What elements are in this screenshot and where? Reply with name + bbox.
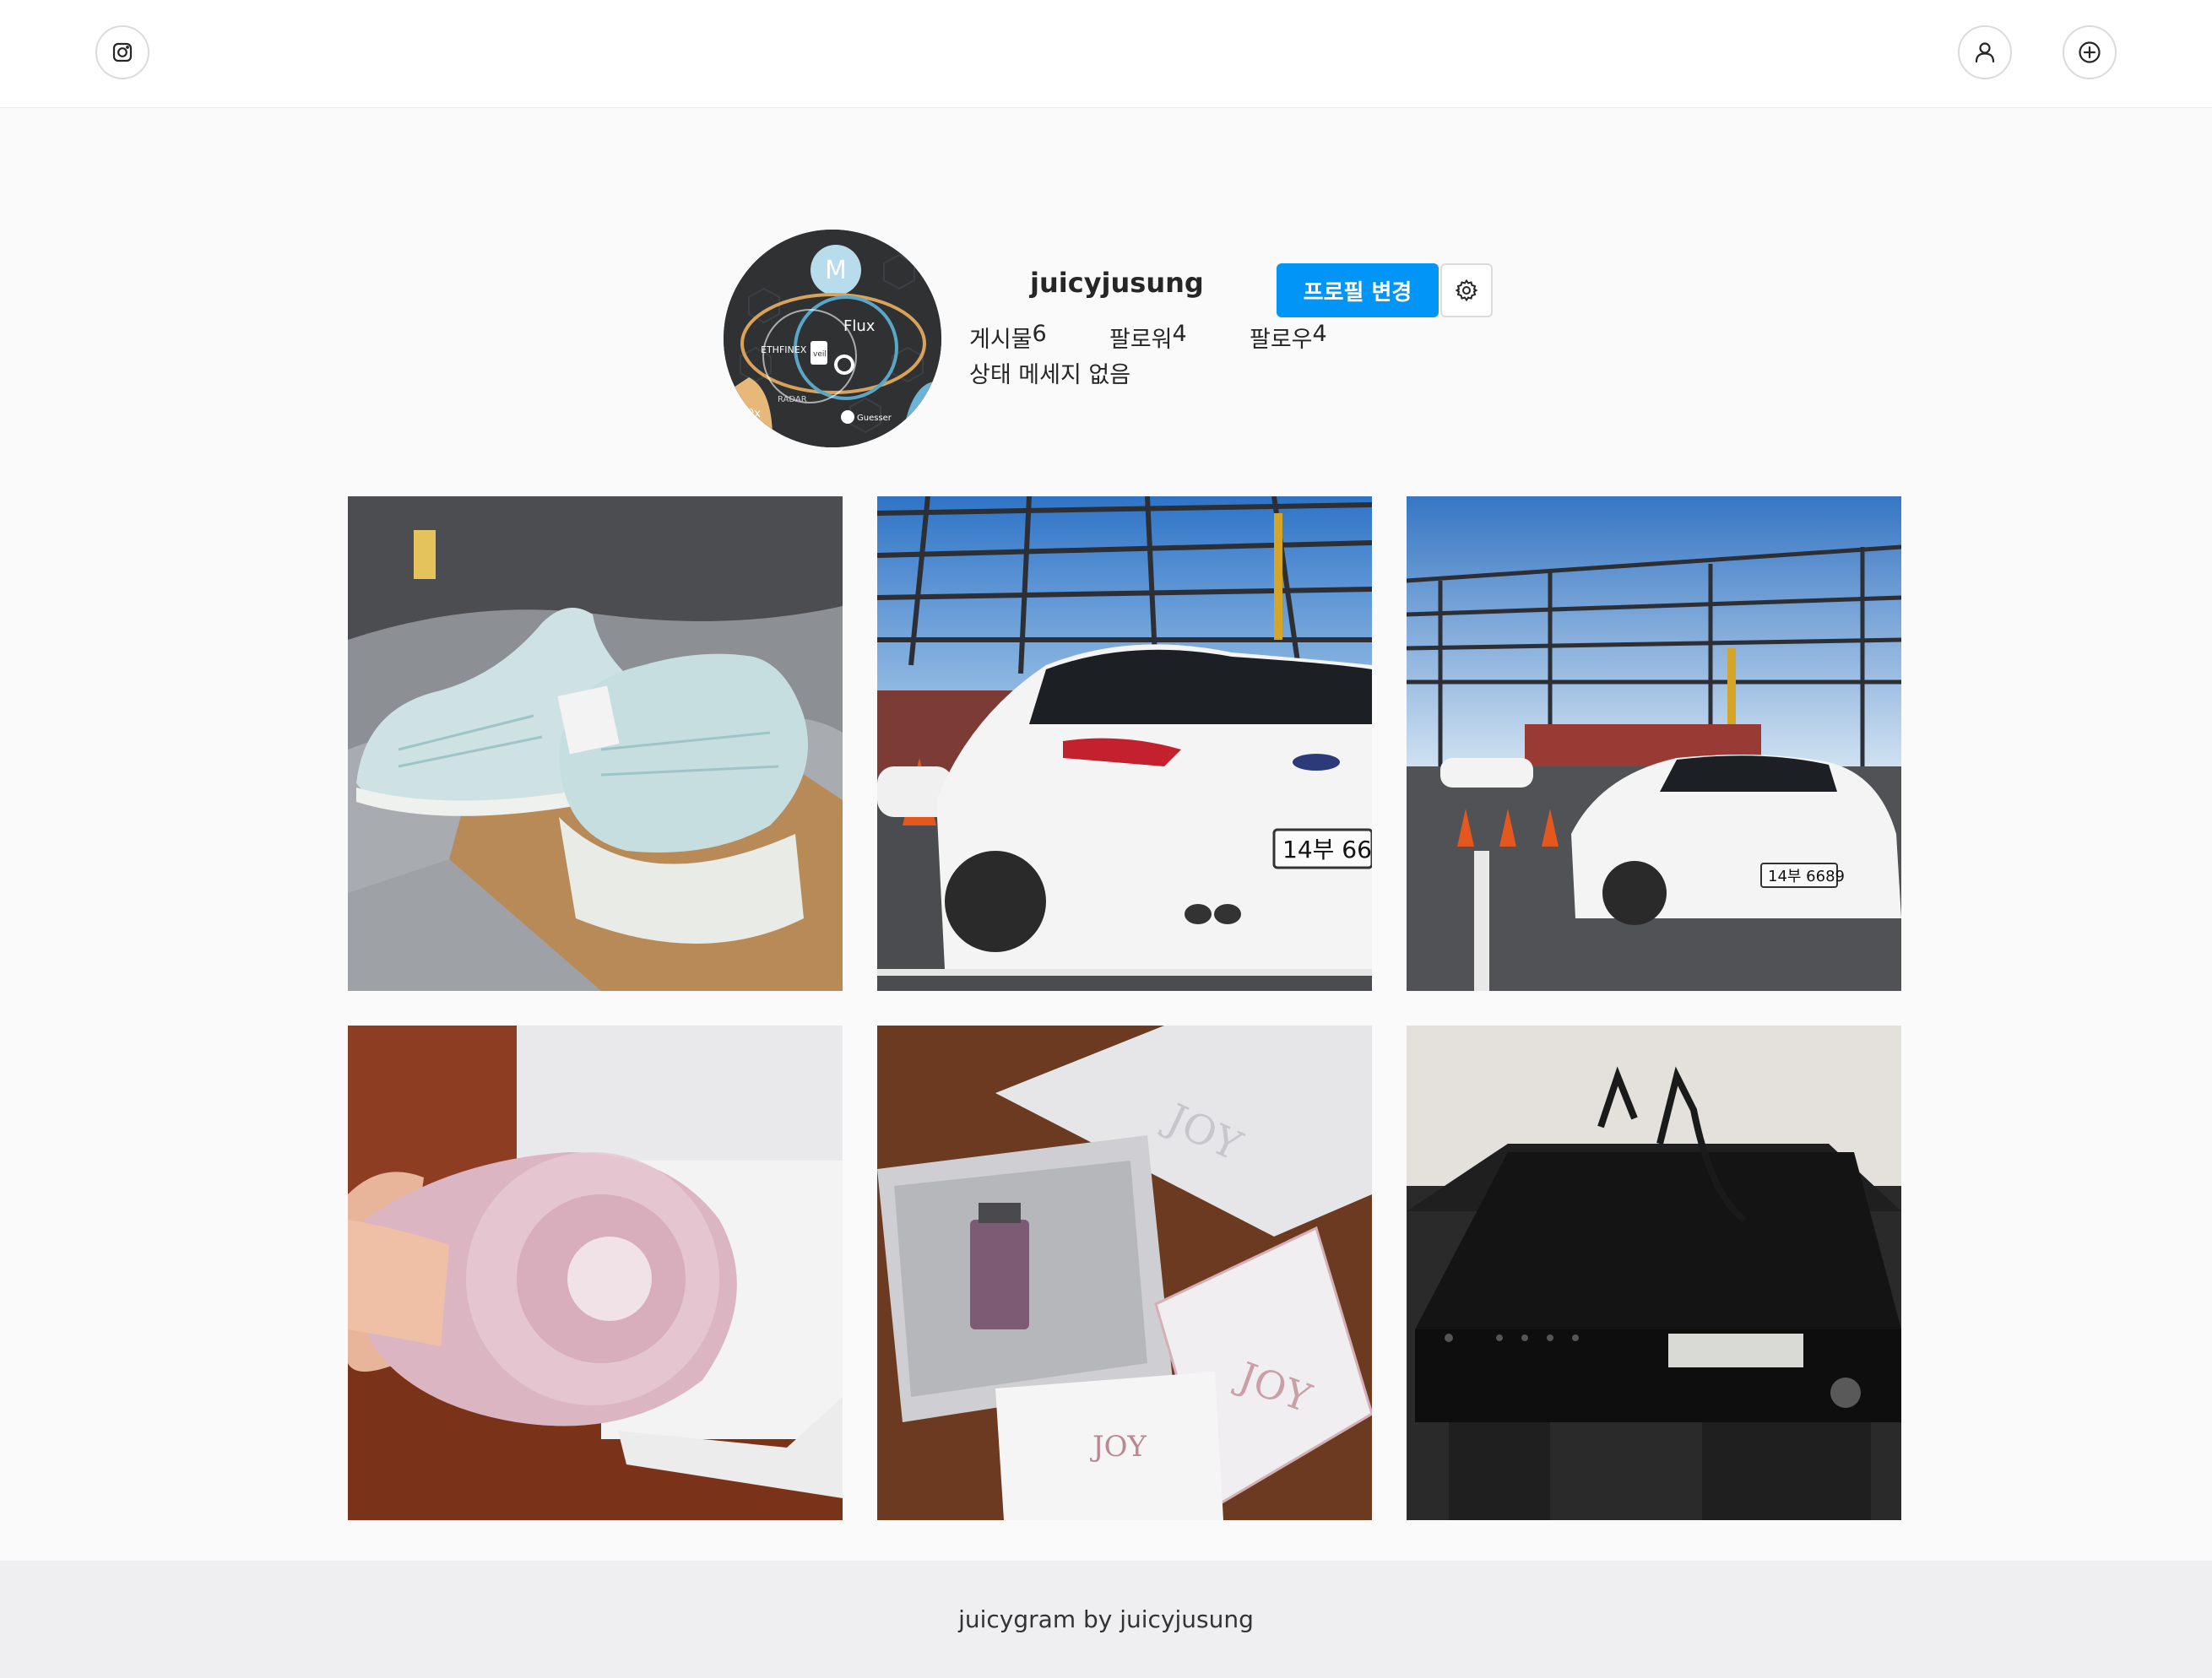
perfume-bottle-photo <box>348 1026 843 1520</box>
post-thumbnail[interactable] <box>1407 1026 1901 1520</box>
post-grid: 14부 66 14부 6689 JOY JOY JOY <box>348 496 1901 1520</box>
edit-profile-button[interactable]: 프로필 변경 <box>1277 263 1439 317</box>
avatar-label-0x: 0x <box>747 408 761 420</box>
settings-button[interactable] <box>1440 263 1493 317</box>
profile-avatar[interactable]: M ETHFINEX Flux veil RADAR 0x Guesser <box>724 230 941 447</box>
top-navigation-bar <box>0 0 2212 108</box>
avatar-label-radar: RADAR <box>778 395 807 404</box>
posts-label: 게시물 <box>969 327 1033 353</box>
car-parking-lot-photo: 14부 6689 <box>1407 496 1901 991</box>
car-rear-photo: 14부 66 <box>877 496 1372 991</box>
svg-text:JOY: JOY <box>1090 1430 1147 1464</box>
svg-text:14부 66: 14부 66 <box>1282 836 1372 863</box>
profile-stats: 게시물 6 팔로워 4 팔로우 4 <box>969 321 1327 354</box>
footer-credit: juicygram by juicyjusung <box>958 1605 1254 1633</box>
avatar-label-guesser: Guesser <box>857 414 892 423</box>
profile-nav-button[interactable] <box>1958 25 2012 79</box>
avatar-image: M ETHFINEX Flux veil RADAR 0x Guesser <box>724 230 941 447</box>
svg-text:14부 6689: 14부 6689 <box>1768 868 1845 885</box>
svg-text:M: M <box>825 256 847 285</box>
page-footer: juicygram by juicyjusung <box>0 1561 2212 1678</box>
home-logo-button[interactable] <box>95 25 149 79</box>
avatar-label-veil: veil <box>813 350 827 359</box>
perfume-gift-box-photo: JOY JOY JOY <box>877 1026 1372 1520</box>
post-thumbnail[interactable]: JOY JOY JOY <box>877 1026 1372 1520</box>
posts-stat[interactable]: 게시물 6 <box>969 321 1109 354</box>
user-icon <box>1975 42 1995 63</box>
following-count: 4 <box>1312 321 1327 347</box>
avatar-label-ethfinex: ETHFINEX <box>761 344 807 355</box>
avatar-label-flux: Flux <box>843 317 876 335</box>
followers-label: 팔로워 <box>1109 327 1173 353</box>
profile-username: juicyjusung <box>1030 267 1204 299</box>
new-post-button[interactable] <box>2063 25 2117 79</box>
following-stat[interactable]: 팔로우 4 <box>1250 321 1327 354</box>
gear-icon <box>1455 279 1478 302</box>
plus-circle-icon <box>2079 41 2101 63</box>
instagram-icon <box>112 42 133 62</box>
post-thumbnail[interactable] <box>348 496 843 991</box>
following-label: 팔로우 <box>1250 327 1313 353</box>
profile-bio: 상태 메세지 없음 <box>969 362 1131 388</box>
followers-count: 4 <box>1172 321 1187 347</box>
sneakers-photo <box>348 496 843 991</box>
posts-count: 6 <box>1032 321 1047 347</box>
post-thumbnail[interactable]: 14부 66 <box>877 496 1372 991</box>
post-thumbnail[interactable]: 14부 6689 <box>1407 496 1901 991</box>
audio-receiver-photo <box>1407 1026 1901 1520</box>
post-thumbnail[interactable] <box>348 1026 843 1520</box>
followers-stat[interactable]: 팔로워 4 <box>1109 321 1250 354</box>
